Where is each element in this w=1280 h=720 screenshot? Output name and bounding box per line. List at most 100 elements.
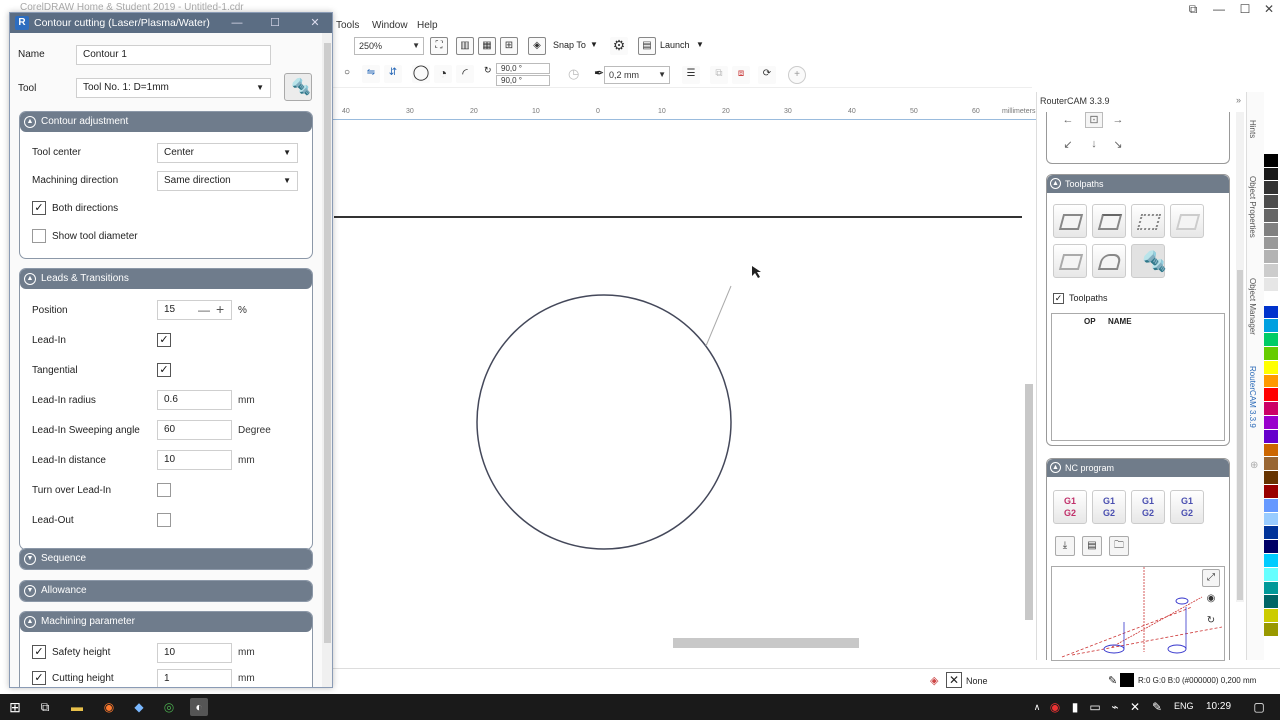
rulers-icon[interactable]: ▥ <box>456 37 474 55</box>
tray-chevron-icon[interactable]: ∧ <box>1028 698 1046 716</box>
task-view-icon[interactable]: ⧉ <box>36 698 54 716</box>
name-input[interactable]: Contour 1 <box>76 45 271 65</box>
arrow-left-icon[interactable]: ← <box>1059 114 1077 130</box>
document-icon[interactable]: ▤ <box>1082 536 1102 556</box>
mirror-h-icon[interactable]: ⇋ <box>362 65 380 83</box>
no-fill-swatch[interactable]: ✕ <box>946 672 962 688</box>
sequence-header[interactable]: ▼ Sequence <box>20 549 312 569</box>
dialog-scroll-thumb[interactable] <box>324 43 331 643</box>
minus-icon[interactable]: — <box>198 301 210 319</box>
allowance-header[interactable]: ▼ Allowance <box>20 581 312 601</box>
machining-parameter-header[interactable]: ▲ Machining parameter <box>20 612 312 632</box>
color-swatch[interactable] <box>1264 622 1278 637</box>
docker-scroll-thumb[interactable] <box>1237 270 1243 600</box>
color-swatch[interactable] <box>1264 567 1278 582</box>
color-swatch[interactable] <box>1264 305 1278 320</box>
outline-color-swatch[interactable] <box>1120 673 1134 687</box>
menu-tools[interactable]: Tools <box>336 20 359 31</box>
plus-icon[interactable]: + <box>216 300 224 318</box>
chrome-icon[interactable]: ◎ <box>160 698 178 716</box>
chevron-down-icon[interactable]: ▼ <box>590 40 598 49</box>
coreldraw-icon[interactable]: ◐ <box>190 698 208 716</box>
firefox-icon[interactable]: ◉ <box>100 698 118 716</box>
color-swatch[interactable] <box>1264 222 1278 237</box>
color-swatch[interactable] <box>1264 595 1278 610</box>
notifications-icon[interactable]: ▢ <box>1250 698 1268 716</box>
tool-center-select[interactable]: Center ▼ <box>157 143 298 163</box>
dialog-titlebar[interactable]: R Contour cutting (Laser/Plasma/Water) —… <box>10 13 332 33</box>
tool-select[interactable]: Tool No. 1: D=1mm ▼ <box>76 78 271 98</box>
show-tool-diameter-checkbox[interactable] <box>32 229 46 243</box>
windows-start-icon[interactable]: ⊞ <box>6 698 24 716</box>
convert-curves-icon[interactable]: ⧉ <box>710 66 728 84</box>
engrave-text-toolpath-button[interactable] <box>1170 204 1204 238</box>
color-swatch[interactable] <box>1264 388 1278 403</box>
steam-icon[interactable]: ◆ <box>130 698 148 716</box>
color-swatch[interactable] <box>1264 540 1278 554</box>
toolpaths-list[interactable]: OP NAME <box>1051 313 1225 441</box>
nc-generate-contour-button[interactable]: G1 G2 <box>1092 490 1126 524</box>
color-swatch[interactable] <box>1264 360 1278 375</box>
rotate-view-icon[interactable]: ↻ <box>1202 613 1220 631</box>
color-swatch[interactable] <box>1264 319 1278 334</box>
add-icon[interactable]: + <box>788 66 806 84</box>
color-swatch[interactable] <box>1264 526 1278 541</box>
arc-toolpath-button[interactable] <box>1092 244 1126 278</box>
drill-toolpath-button[interactable] <box>1131 204 1165 238</box>
tool-library-button[interactable]: 🔩 <box>1131 244 1167 278</box>
clock[interactable]: 10:29 <box>1206 701 1231 712</box>
vertical-scroll-thumb[interactable] <box>1025 384 1033 620</box>
guidelines-icon[interactable]: ⊞ <box>500 37 518 55</box>
dialog-maximize-button[interactable]: ☐ <box>266 15 284 31</box>
launch-icon[interactable]: ▤ <box>638 37 656 55</box>
language-indicator[interactable]: ENG <box>1174 701 1194 711</box>
import-icon[interactable]: ⤓ <box>1055 536 1075 556</box>
leads-transitions-header[interactable]: ▲ Leads & Transitions <box>20 269 312 289</box>
color-swatch[interactable] <box>1264 471 1278 485</box>
color-swatch[interactable] <box>1264 153 1278 168</box>
lead-in-distance-input[interactable]: 10 <box>157 450 232 470</box>
close-button[interactable]: ✕ <box>1256 0 1280 18</box>
dialog-minimize-button[interactable]: — <box>228 15 246 31</box>
menu-help[interactable]: Help <box>417 20 438 31</box>
color-swatch[interactable] <box>1264 264 1278 278</box>
horizontal-ruler[interactable]: 40 30 20 10 0 10 20 30 40 50 60 millimet… <box>332 106 1036 120</box>
mirror-v-icon[interactable]: ⇵ <box>384 65 402 83</box>
tool-library-button[interactable]: 🔩 <box>284 73 312 101</box>
color-swatch[interactable] <box>1264 581 1278 596</box>
network-icon[interactable]: ⌁ <box>1106 698 1124 716</box>
turn-over-lead-in-checkbox[interactable] <box>157 483 171 497</box>
snap-to-label[interactable]: Snap To <box>553 40 586 50</box>
contour-adjustment-header[interactable]: ▲ Contour adjustment <box>20 112 312 132</box>
lead-in-checkbox[interactable]: ✓ <box>157 333 171 347</box>
color-swatch[interactable] <box>1264 415 1278 430</box>
center-icon[interactable]: ⊡ <box>1085 112 1103 128</box>
sweeping-angle-input[interactable]: 60 <box>157 420 232 440</box>
battery-icon[interactable]: ▭ <box>1086 698 1104 716</box>
nc-preview[interactable]: ⤢ ◉ ↻ <box>1051 566 1225 661</box>
gear-icon[interactable]: ⚙ <box>610 37 628 55</box>
color-swatch[interactable] <box>1264 498 1278 513</box>
minimize-button[interactable]: — <box>1206 0 1232 18</box>
color-swatch[interactable] <box>1264 374 1278 389</box>
drawing-canvas[interactable] <box>334 120 1022 636</box>
safety-height-checkbox[interactable]: ✓ <box>32 645 46 659</box>
dynamic-guides-icon[interactable]: ◈ <box>528 37 546 55</box>
color-swatch[interactable] <box>1264 333 1278 347</box>
color-swatch[interactable] <box>1264 609 1278 623</box>
toolpaths-header[interactable]: ▲ Toolpaths <box>1047 175 1229 193</box>
restore-icon[interactable]: ⧉ <box>1180 0 1206 18</box>
text-toolpath-button[interactable] <box>1053 244 1087 278</box>
dialog-close-button[interactable]: ✕ <box>306 15 324 31</box>
combine-icon[interactable]: ⧈ <box>732 66 750 84</box>
launch-label[interactable]: Launch <box>660 40 690 50</box>
start-angle-field[interactable]: 90,0 ° <box>496 63 550 74</box>
pocket-toolpath-button[interactable] <box>1092 204 1126 238</box>
color-swatch[interactable] <box>1264 167 1278 182</box>
arrow-right-icon[interactable]: → <box>1109 114 1127 130</box>
expand-icon[interactable]: ⤢ <box>1202 569 1220 587</box>
tab-routercam[interactable]: RouterCAM 3.3.9 <box>1248 366 1257 428</box>
add-tab-icon[interactable]: ⊕ <box>1250 460 1258 471</box>
view-eye-icon[interactable]: ◉ <box>1202 591 1220 609</box>
contour-toolpath-button[interactable] <box>1053 204 1087 238</box>
